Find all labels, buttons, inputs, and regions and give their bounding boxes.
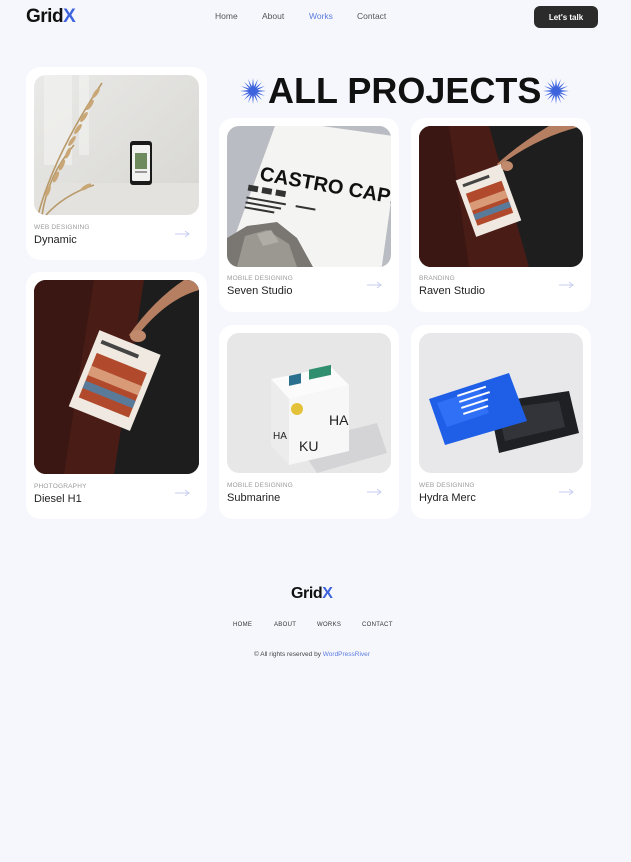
svg-text:KU: KU	[299, 438, 318, 454]
project-card-hydra-merc[interactable]: WEB DESIGNING Hydra Merc	[411, 325, 591, 519]
arrow-right-icon[interactable]	[559, 281, 575, 289]
page-heading: ALL PROJECTS	[240, 70, 570, 112]
project-title: Hydra Merc	[419, 492, 476, 504]
footer-nav-about[interactable]: ABOUT	[274, 622, 296, 628]
project-card-diesel-h1[interactable]: PHOTOGRAPHY Diesel H1	[26, 272, 207, 519]
nav-about[interactable]: About	[262, 11, 284, 21]
footer-nav-contact[interactable]: CONTACT	[362, 622, 393, 628]
lets-talk-button[interactable]: Let's talk	[534, 6, 598, 28]
copyright: © All rights reserved by WordPressRiver	[254, 651, 370, 658]
nav-home[interactable]: Home	[215, 11, 238, 21]
project-category: MOBILE DESIGNING	[227, 482, 294, 489]
arrow-right-icon[interactable]	[367, 281, 383, 289]
project-card-dynamic[interactable]: WEB DESIGNING Dynamic	[26, 67, 207, 260]
project-category: BRANDING	[419, 275, 455, 282]
project-image: HA KU HA	[227, 333, 391, 473]
copyright-brand-link[interactable]: WordPressRiver	[323, 651, 370, 658]
footer-nav-works[interactable]: WORKS	[317, 622, 341, 628]
nav-contact[interactable]: Contact	[357, 11, 386, 21]
project-title: Seven Studio	[227, 285, 293, 297]
project-card-seven-studio[interactable]: CASTRO CAPIT MOBILE DESIGNING Seven Stud…	[219, 118, 399, 312]
project-category: WEB DESIGNING	[34, 224, 90, 231]
project-title: Raven Studio	[419, 285, 486, 297]
project-card-raven-studio[interactable]: BRANDING Raven Studio	[411, 118, 591, 312]
footer-nav-home[interactable]: HOME	[233, 622, 252, 628]
arrow-right-icon[interactable]	[175, 489, 191, 497]
arrow-right-icon[interactable]	[559, 488, 575, 496]
arrow-right-icon[interactable]	[367, 488, 383, 496]
project-image: CASTRO CAPIT	[227, 126, 391, 267]
project-title: Submarine	[227, 492, 281, 504]
svg-text:HA: HA	[273, 431, 287, 442]
project-image	[34, 280, 199, 474]
project-category: MOBILE DESIGNING	[227, 275, 294, 282]
footer-logo[interactable]: GridX	[291, 585, 333, 603]
site-header: GridX Home About Works Contact Let's tal…	[0, 0, 631, 34]
project-image	[419, 333, 583, 473]
starburst-icon	[240, 78, 266, 104]
svg-text:HA: HA	[329, 412, 349, 428]
arrow-right-icon[interactable]	[175, 230, 191, 238]
nav-works[interactable]: Works	[309, 11, 333, 21]
project-image	[34, 75, 199, 215]
page-title: ALL PROJECTS	[268, 70, 542, 111]
site-logo[interactable]: GridX	[26, 6, 76, 28]
starburst-icon	[543, 78, 570, 104]
project-category: WEB DESIGNING	[419, 482, 475, 489]
project-title: Diesel H1	[34, 493, 82, 505]
project-category: PHOTOGRAPHY	[34, 483, 87, 490]
project-image	[419, 126, 583, 267]
project-card-submarine[interactable]: HA KU HA MOBILE DESIGNING Submarine	[219, 325, 399, 519]
project-title: Dynamic	[34, 234, 77, 246]
